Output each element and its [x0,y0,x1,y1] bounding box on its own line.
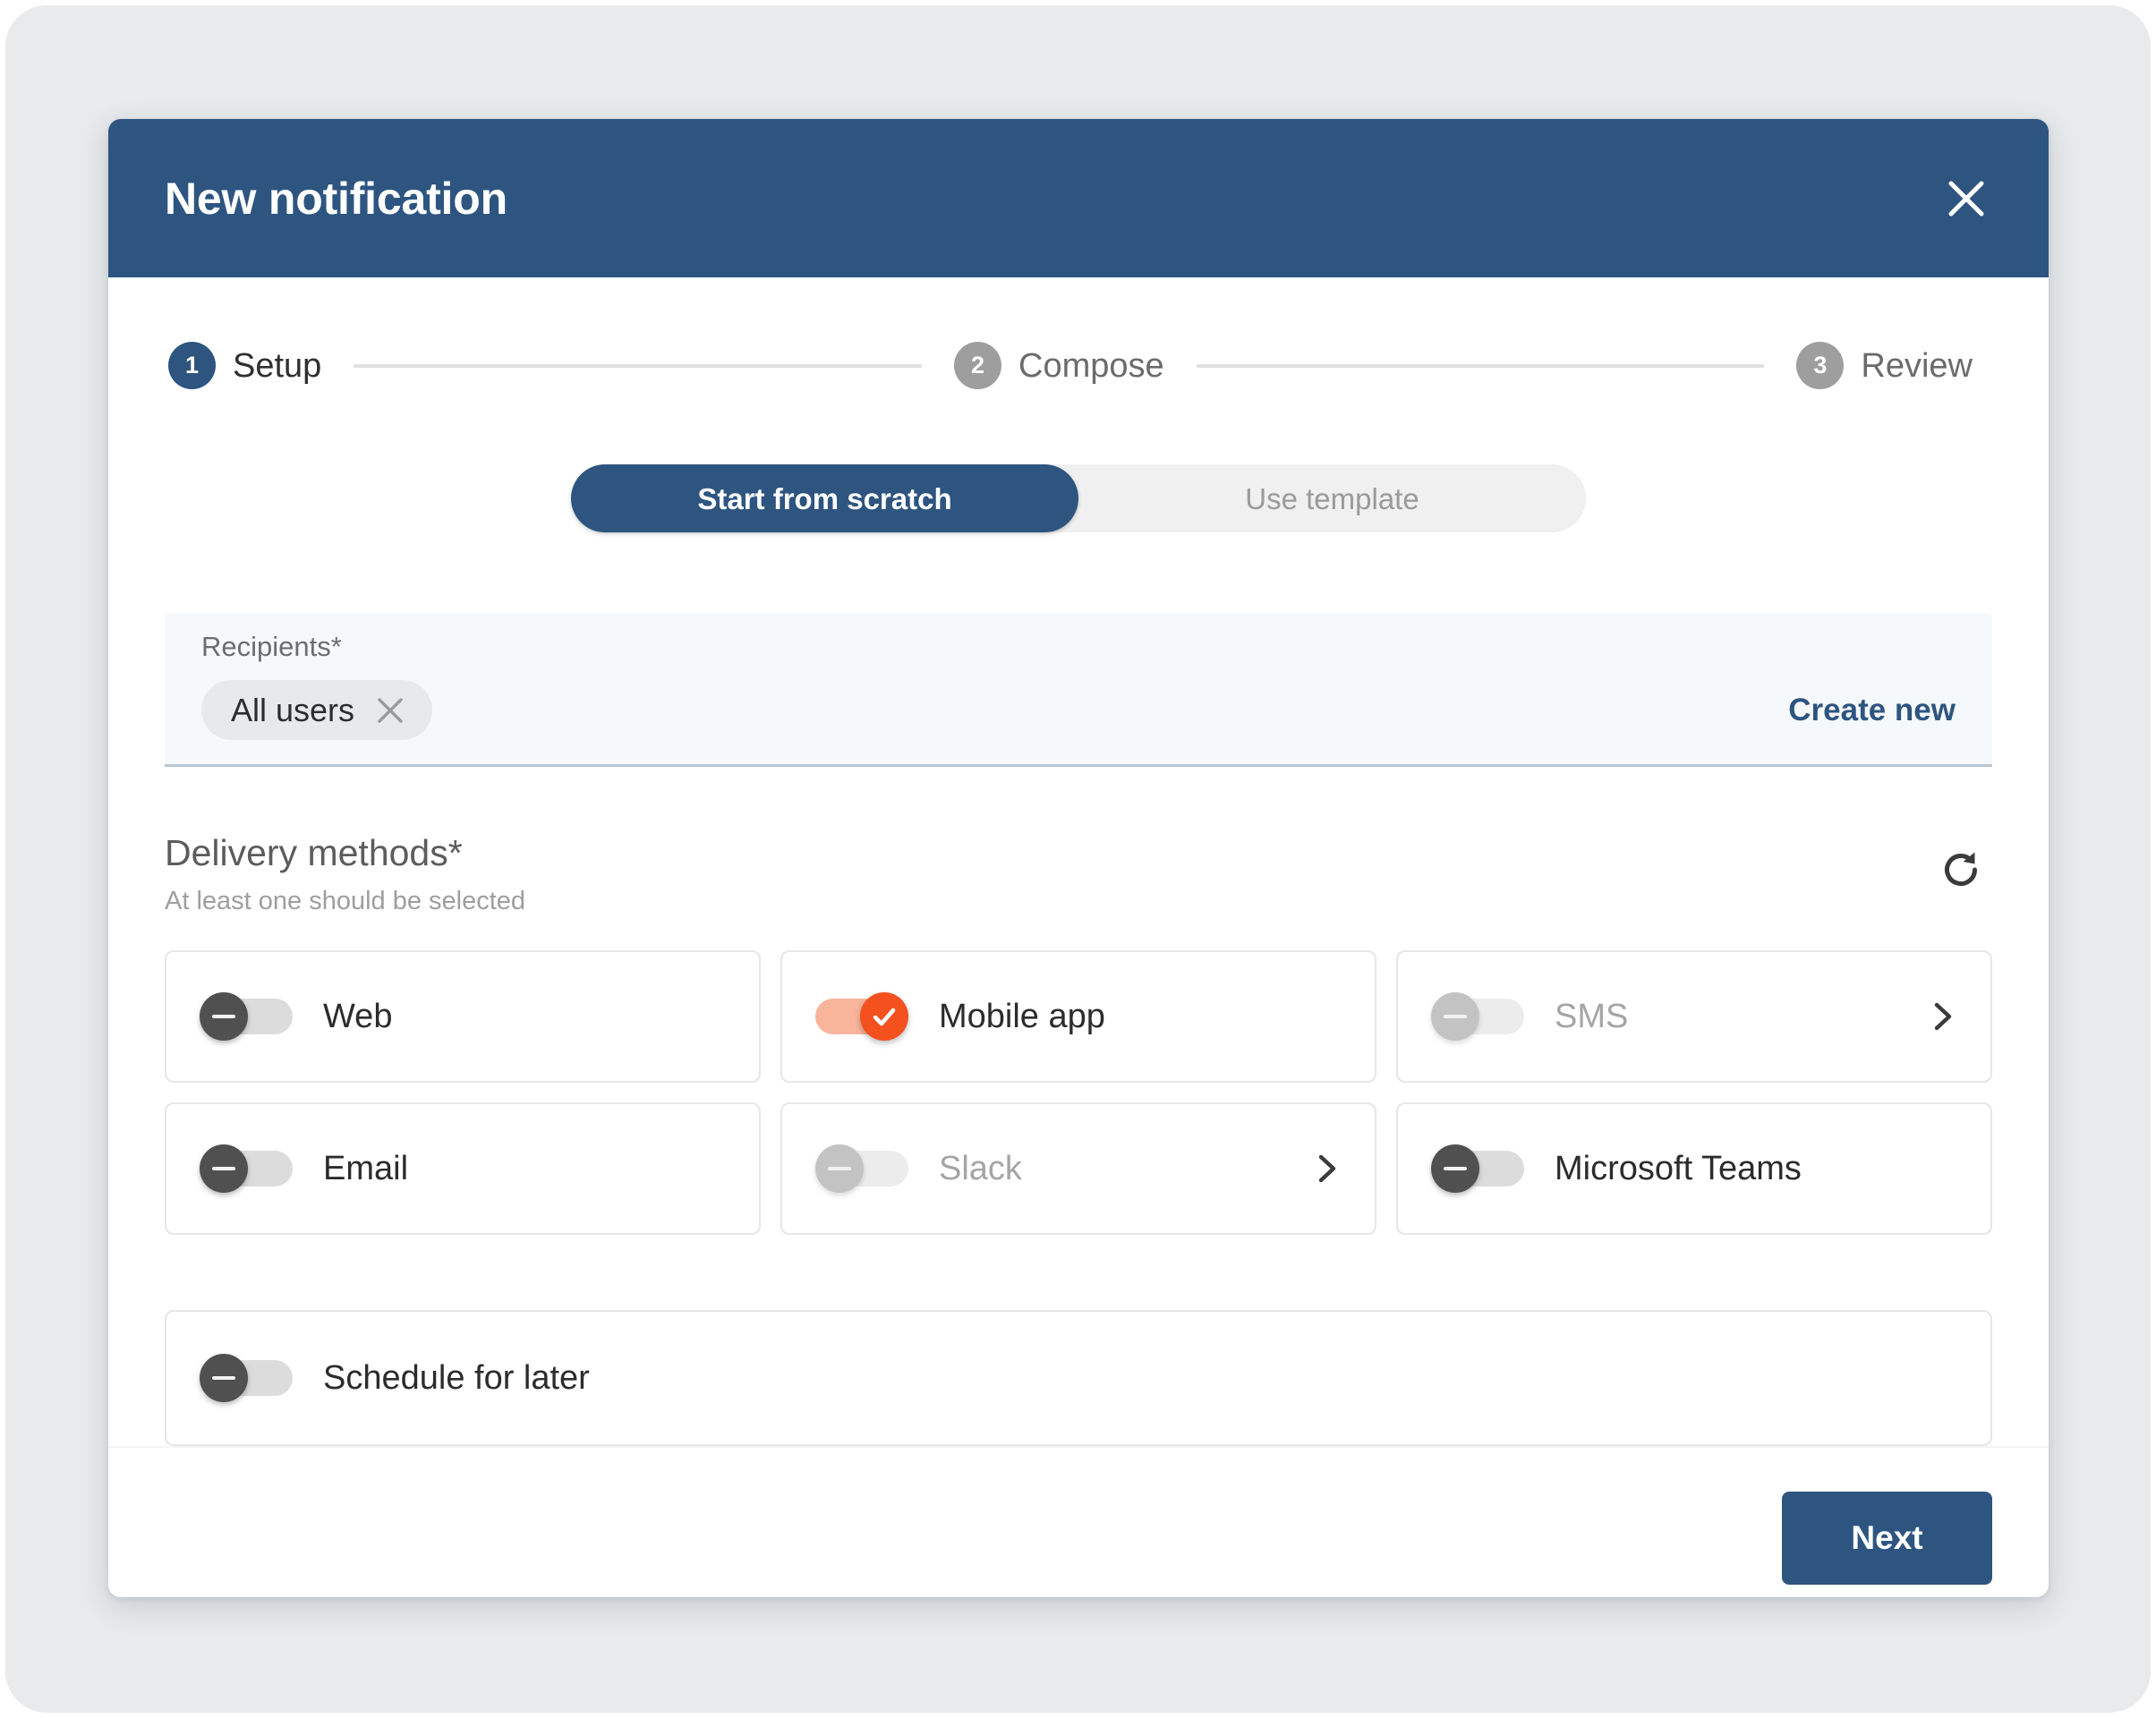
delivery-method-label: Email [323,1152,727,1186]
close-button[interactable] [1937,169,1996,228]
delivery-method-slack[interactable]: Slack [780,1102,1376,1235]
delivery-methods-header: Delivery methods* At least one should be… [165,835,1992,914]
delivery-method-email[interactable]: Email [165,1102,761,1235]
toggle-web[interactable] [200,994,293,1039]
close-icon [375,695,405,726]
schedule-for-later-card[interactable]: Schedule for later [165,1310,1992,1446]
recipient-chip-all-users[interactable]: All users [201,680,432,740]
toggle-email[interactable] [200,1146,293,1191]
delivery-methods-text: Delivery methods* At least one should be… [165,835,525,914]
recipients-row: All users Create new [201,680,1960,740]
schedule-for-later-label: Schedule for later [323,1361,1958,1395]
minus-icon [1444,1015,1467,1018]
delivery-method-label: Slack [939,1152,1310,1186]
new-notification-modal: New notification 1 Setup 2 Compose [108,119,2049,1597]
recipients-field[interactable]: Recipients* All users Create new [165,613,1992,767]
delivery-method-label: Microsoft Teams [1555,1152,1958,1186]
tab-use-template[interactable]: Use template [1078,464,1586,532]
close-icon [1946,178,1987,219]
toggle-schedule-for-later[interactable] [200,1356,293,1400]
toggle-slack[interactable] [815,1146,908,1191]
refresh-button[interactable] [1931,840,1990,899]
toggle-knob [200,1144,248,1193]
toggle-sms[interactable] [1431,994,1524,1039]
toggle-knob [200,1354,248,1402]
chevron-right-icon [1926,1000,1958,1033]
slack-configure-button[interactable] [1310,1152,1342,1185]
recipient-chip-remove-button[interactable] [375,695,405,726]
delivery-method-microsoft-teams[interactable]: Microsoft Teams [1396,1102,1992,1235]
toggle-knob [860,992,908,1041]
step-number: 2 [954,342,1001,389]
delivery-methods-subtitle: At least one should be selected [165,889,525,914]
mode-selector-wrap: Start from scratch Use template [165,464,1992,532]
refresh-icon [1938,846,1984,893]
next-button[interactable]: Next [1782,1492,1992,1585]
modal-header: New notification [108,119,2049,277]
stepper: 1 Setup 2 Compose 3 Review [165,342,1992,389]
delivery-method-sms[interactable]: SMS [1396,950,1992,1083]
mode-selector: Start from scratch Use template [571,464,1586,532]
step-label: Setup [233,349,321,383]
minus-icon [1444,1167,1467,1170]
modal-footer: Next [108,1446,2049,1597]
delivery-method-mobile-app[interactable]: Mobile app [780,950,1376,1083]
tab-start-from-scratch[interactable]: Start from scratch [571,464,1078,532]
step-connector [354,364,922,368]
toggle-knob [200,992,248,1041]
toggle-microsoft-teams[interactable] [1431,1146,1524,1191]
minus-icon [212,1015,235,1018]
delivery-method-label: Web [323,999,727,1033]
toggle-knob [815,1144,864,1193]
toggle-knob [1431,1144,1479,1193]
check-icon [870,1002,899,1031]
sms-configure-button[interactable] [1926,1000,1958,1033]
screen-root: New notification 1 Setup 2 Compose [0,0,2156,1718]
step-review[interactable]: 3 Review [1796,342,1973,389]
step-label: Compose [1018,349,1164,383]
recipients-label: Recipients* [201,633,1960,660]
toggle-mobile-app[interactable] [815,994,908,1039]
step-connector [1197,364,1765,368]
step-number: 1 [168,342,216,389]
step-label: Review [1861,349,1973,383]
minus-icon [828,1167,851,1170]
step-number: 3 [1796,342,1844,389]
delivery-method-web[interactable]: Web [165,950,761,1083]
recipient-chip-label: All users [231,694,354,727]
delivery-method-label: Mobile app [939,999,1342,1033]
toggle-knob [1431,992,1479,1041]
delivery-method-label: SMS [1555,999,1926,1033]
modal-body: 1 Setup 2 Compose 3 Review Start from sc… [108,277,2049,1446]
minus-icon [212,1167,235,1170]
step-setup[interactable]: 1 Setup [168,342,321,389]
modal-title: New notification [165,176,507,221]
step-compose[interactable]: 2 Compose [954,342,1164,389]
minus-icon [212,1376,235,1380]
delivery-methods-grid: Web Mobile app [165,950,1992,1235]
chevron-right-icon [1310,1152,1342,1185]
delivery-methods-title: Delivery methods* [165,835,525,872]
create-new-link[interactable]: Create new [1788,694,1960,726]
